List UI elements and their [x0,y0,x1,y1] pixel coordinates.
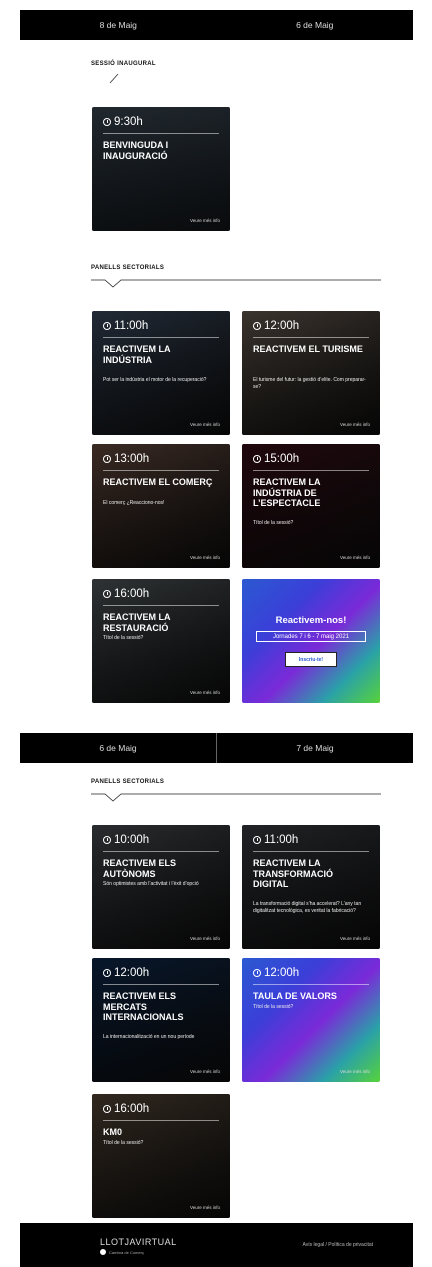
more-info-link[interactable]: Veure més info [190,1069,220,1074]
event-subtitle: El turisme del futur: la gestió d’elite.… [253,377,366,390]
time-text: 12:00h [264,320,300,332]
time-text: 15:00h [264,453,300,465]
clock-icon [103,836,111,844]
more-info-link[interactable]: Veure més info [190,1205,220,1210]
more-info-link[interactable]: Veure més info [340,555,370,560]
event-time: 10:00h [103,834,149,846]
event-card[interactable]: 11:00h REACTIVEM LA TRANSFORMACIÓ DIGITAL… [242,825,380,949]
clock-icon [103,455,111,463]
clock-icon [103,969,111,977]
event-title: KM0 [103,1127,123,1137]
event-subtitle: La internacionalització en un nou períod… [103,1034,195,1040]
event-subtitle: Són optimistes amb l’activitat i l’èxit … [103,881,199,887]
event-title: REACTIVEM ELS MERCATS INTERNACIONALS [103,991,184,1022]
more-info-link[interactable]: Veure més info [190,936,220,941]
more-info-link[interactable]: Veure més info [340,1069,370,1074]
more-info-link[interactable]: Veure més info [190,218,220,223]
event-time: 16:00h [103,588,149,600]
more-info-link[interactable]: Veure més info [190,422,220,427]
slash-decoration [109,73,119,84]
tab-day-right[interactable]: 7 de Maig [216,733,413,763]
event-time: 9:30h [103,116,143,128]
tab-day-left[interactable]: 6 de Maig [20,733,216,763]
event-card[interactable]: 12:00h REACTIVEM EL TURISME El turisme del… [242,311,380,435]
clock-icon [103,322,111,330]
event-time: 16:00h [103,1103,149,1115]
event-subtitle: Títol de la sessió? [253,520,294,526]
event-card[interactable]: 16:00h REACTIVEM LA RESTAURACIÓ Títol de l… [92,579,230,703]
section-title-panells-2: PANELLS SECTORIALS [91,779,165,785]
event-title: REACTIVEM LA RESTAURACIÓ [103,612,171,633]
event-card[interactable]: 16:00h KM0 Títol de la sessió? Veure més in… [92,1094,230,1218]
event-time: 12:00h [253,320,299,332]
section-title-panells: PANELLS SECTORIALS [91,265,165,271]
time-text: 9:30h [114,116,143,128]
event-time: 12:00h [253,967,299,979]
event-title: BENVINGUDA I INAUGURACIÓ [103,140,169,161]
event-card-inauguracio[interactable]: 9:30h BENVINGUDA I INAUGURACIÓ Veure més… [92,107,230,231]
event-time: 12:00h [103,967,149,979]
event-title: REACTIVEM LA INDÚSTRIA [103,344,171,365]
more-info-link[interactable]: Veure més info [340,936,370,941]
time-text: 11:00h [264,834,299,846]
clock-icon [253,836,261,844]
clock-icon [103,1105,111,1113]
event-subtitle: Títol de la sessió? [103,635,144,641]
event-subtitle: El comerç ¿Reacciono-nos! [103,500,165,506]
event-card[interactable]: 11:00h REACTIVEM LA INDÚSTRIA Pot ser la i… [92,311,230,435]
time-text: 11:00h [114,320,149,332]
tab-day-left[interactable]: 8 de Maig [20,10,217,40]
promo-title: Reactivem-nos! [275,615,347,626]
clock-icon [253,322,261,330]
promo-card[interactable]: Reactivem-nos! Jornades 7 i 6 - 7 maig 20… [242,579,380,703]
event-card[interactable]: 12:00h REACTIVEM ELS MERCATS INTERNACIONA… [92,958,230,1082]
event-title: REACTIVEM EL COMERÇ [103,477,213,487]
register-button[interactable]: Inscriu-te! [285,652,337,667]
footer-legal-links[interactable]: Avís legal / Política de privacitat [303,1242,374,1248]
event-time: 15:00h [253,453,299,465]
event-time: 13:00h [103,453,149,465]
time-text: 13:00h [114,453,150,465]
day-tabs-top: 8 de Maig 6 de Maig [20,10,413,40]
time-text: 10:00h [114,834,150,846]
event-title: REACTIVEM ELS AUTÒNOMS [103,858,177,879]
event-time: 11:00h [253,834,298,846]
event-title: REACTIVEM LA INDÚSTRIA DE L’ESPECTACLE [253,477,321,508]
section-divider [91,279,381,288]
event-title: REACTIVEM EL TURISME [253,344,363,354]
event-title: TAULA DE VALORS [253,991,337,1001]
site-footer: LLOTJAVIRTUAL Cambra de Comerç Avís lega… [20,1223,413,1267]
event-subtitle: Pot ser la indústria el motor de la recu… [103,377,207,383]
more-info-link[interactable]: Veure més info [190,555,220,560]
event-card[interactable]: 12:00h TAULA DE VALORS Títol de la sessió?… [242,958,380,1082]
event-card[interactable]: 15:00h REACTIVEM LA INDÚSTRIA DE L’ESPECT… [242,444,380,568]
event-time: 11:00h [103,320,148,332]
event-card[interactable]: 13:00h REACTIVEM EL COMERÇ El comerç ¿Reac… [92,444,230,568]
more-info-link[interactable]: Veure més info [190,690,220,695]
section-title-inaugural: SESSIÓ INAUGURAL [91,61,156,67]
clock-icon [103,590,111,598]
time-text: 12:00h [114,967,150,979]
event-subtitle: Títol de la sessió? [103,1140,144,1146]
event-subtitle: La transformació digital s’ha accelerat?… [253,901,362,914]
tab-day-right[interactable]: 6 de Maig [217,10,414,40]
logo-sub-text: Cambra de Comerç [109,1249,144,1255]
section-divider [91,793,381,802]
time-text: 16:00h [114,588,150,600]
clock-icon [103,118,111,126]
more-info-link[interactable]: Veure més info [340,422,370,427]
clock-icon [253,969,261,977]
time-text: 12:00h [264,967,300,979]
event-card[interactable]: 10:00h REACTIVEM ELS AUTÒNOMS Són optimist… [92,825,230,949]
footer-logo-sub: Cambra de Comerç [100,1249,144,1255]
event-subtitle: Títol de la sessió? [253,1004,294,1010]
event-title: REACTIVEM LA TRANSFORMACIÓ DIGITAL [253,858,333,889]
footer-logo[interactable]: LLOTJAVIRTUAL [100,1237,177,1247]
clock-icon [253,455,261,463]
day-tabs-bottom: 6 de Maig 7 de Maig [20,733,413,763]
time-text: 16:00h [114,1103,150,1115]
promo-dates: Jornades 7 i 6 - 7 maig 2021 [256,631,366,642]
logo-icon [100,1249,106,1255]
